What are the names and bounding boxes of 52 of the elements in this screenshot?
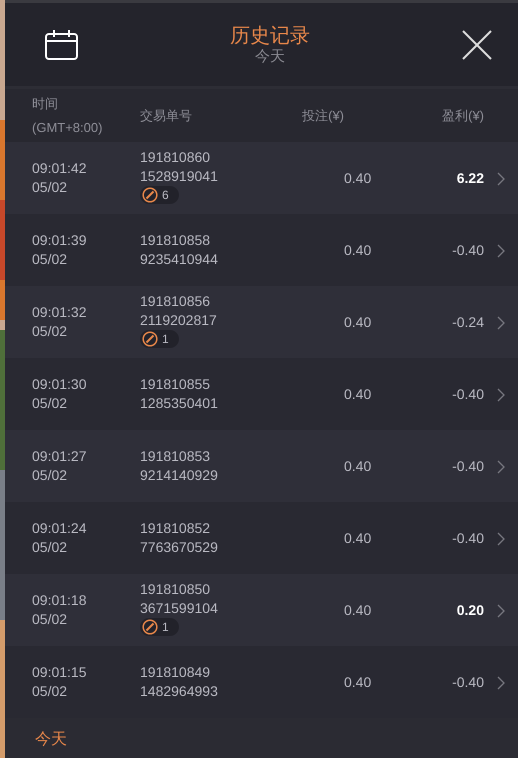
column-header: 盈利(¥): [442, 108, 484, 122]
chevron-icon: [497, 460, 505, 474]
time-cell-text: 09:01:30 05/02: [32, 375, 88, 413]
order-number: 191810860 1528919041: [140, 148, 219, 186]
order-number: 191810856 2119202817: [140, 292, 218, 330]
chevron-icon: [497, 388, 505, 402]
order-number: 191810858 9235410944: [140, 231, 219, 269]
time-cell-text: 09:01:15 05/02: [32, 663, 88, 701]
chevron-icon: [497, 244, 505, 258]
stake-amount: 0.40: [344, 528, 372, 548]
stake-amount: 0.40: [344, 600, 372, 620]
profit-amount: -0.40: [452, 672, 484, 692]
time-cell-text: 09:01:27 05/02: [32, 447, 88, 485]
order-number: 191810855 1285350401: [140, 375, 219, 413]
date-subtitle: 今天: [254, 48, 286, 66]
profit-amount: -0.40: [452, 528, 484, 548]
badge-count: 6: [162, 187, 169, 203]
stake-amount: 0.40: [344, 312, 372, 332]
order-number: 191810849 1482964993: [140, 663, 219, 701]
badge-count: 1: [162, 331, 169, 347]
column-header: 投注(¥): [302, 108, 344, 122]
chevron-icon: [497, 532, 505, 546]
profit-amount: -0.40: [452, 384, 484, 404]
close-button[interactable]: [462, 30, 492, 60]
order-number: 191810850 3671599104: [140, 580, 219, 618]
column-header: 时间 (GMT+8:00): [32, 96, 102, 134]
column-header: 交易单号: [140, 108, 192, 122]
stake-amount: 0.40: [344, 384, 372, 404]
dialog-title: 历史记录: [230, 24, 310, 48]
profit-amount: -0.24: [452, 312, 484, 332]
time-cell-text: 09:01:24 05/02: [32, 519, 88, 557]
profit-amount: -0.40: [452, 456, 484, 476]
stake-amount: 0.40: [344, 672, 372, 692]
chevron-icon: [497, 604, 505, 618]
stake-amount: 0.40: [344, 240, 372, 260]
chevron-icon: [497, 676, 505, 690]
time-cell-text: 09:01:42 05/02: [32, 159, 88, 197]
profit-amount: 6.22: [456, 168, 484, 188]
profit-amount: -0.40: [452, 240, 484, 260]
badge-count: 1: [162, 619, 169, 635]
order-number: 191810852 7763670529: [140, 519, 219, 557]
chevron-icon: [497, 172, 505, 186]
time-cell-text: 09:01:32 05/02: [32, 303, 88, 341]
stake-amount: 0.40: [344, 168, 372, 188]
time-cell-text: 09:01:39 05/02: [32, 231, 88, 269]
chevron-icon: [497, 316, 505, 330]
time-cell-text: 09:01:18 05/02: [32, 591, 88, 629]
date-filter[interactable]: 今天: [35, 731, 67, 748]
order-number: 191810853 9214140929: [140, 447, 219, 485]
profit-amount: 0.20: [456, 600, 484, 620]
calendar-icon[interactable]: [45, 30, 78, 60]
stake-amount: 0.40: [344, 456, 372, 476]
